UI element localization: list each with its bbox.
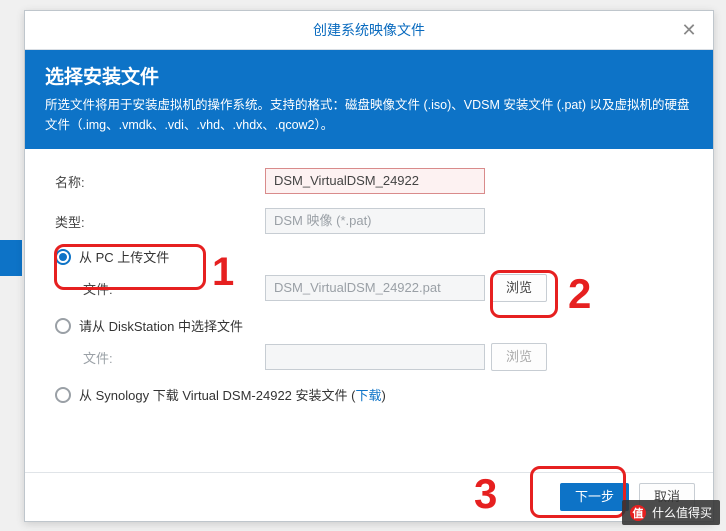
radio-download-synology[interactable] [55, 387, 71, 403]
browse-button-diskstation: 浏览 [491, 343, 547, 371]
dialog-body: 名称: 类型: 从 PC 上传文件 文件: 浏览 请从 DiskStation … [25, 149, 713, 472]
create-image-dialog: 创建系统映像文件 ✕ 选择安装文件 所选文件将用于安装虚拟机的操作系统。支持的格… [24, 10, 714, 522]
dialog-footer: 下一步 取消 [25, 472, 713, 521]
type-label: 类型: [55, 212, 265, 231]
type-input [265, 208, 485, 234]
dialog-header: 选择安装文件 所选文件将用于安装虚拟机的操作系统。支持的格式：磁盘映像文件 (.… [25, 50, 713, 149]
close-icon[interactable]: ✕ [671, 11, 707, 49]
watermark-logo-icon: 值 [630, 505, 646, 521]
watermark: 值 什么值得买 [622, 500, 720, 525]
ds-file-input [265, 344, 485, 370]
header-description: 所选文件将用于安装虚拟机的操作系统。支持的格式：磁盘映像文件 (.iso)、VD… [45, 95, 693, 135]
ds-file-label: 文件: [83, 348, 265, 367]
header-heading: 选择安装文件 [45, 62, 693, 89]
radio-upload-label: 从 PC 上传文件 [79, 247, 169, 266]
radio-upload-from-pc[interactable] [55, 249, 71, 265]
name-input[interactable] [265, 168, 485, 194]
radio-from-diskstation[interactable] [55, 318, 71, 334]
watermark-text: 什么值得买 [652, 504, 712, 521]
upload-file-input [265, 275, 485, 301]
background-sliver [0, 240, 22, 276]
browse-button-upload[interactable]: 浏览 [491, 274, 547, 302]
next-button[interactable]: 下一步 [560, 483, 629, 511]
download-link[interactable]: 下载 [355, 388, 381, 403]
name-label: 名称: [55, 172, 265, 191]
upload-file-label: 文件: [83, 279, 265, 298]
dialog-title: 创建系统映像文件 [313, 22, 425, 38]
radio-download-label: 从 Synology 下载 Virtual DSM-24922 安装文件 (下载… [79, 385, 386, 404]
dialog-titlebar: 创建系统映像文件 ✕ [25, 11, 713, 50]
radio-diskstation-label: 请从 DiskStation 中选择文件 [79, 316, 243, 335]
